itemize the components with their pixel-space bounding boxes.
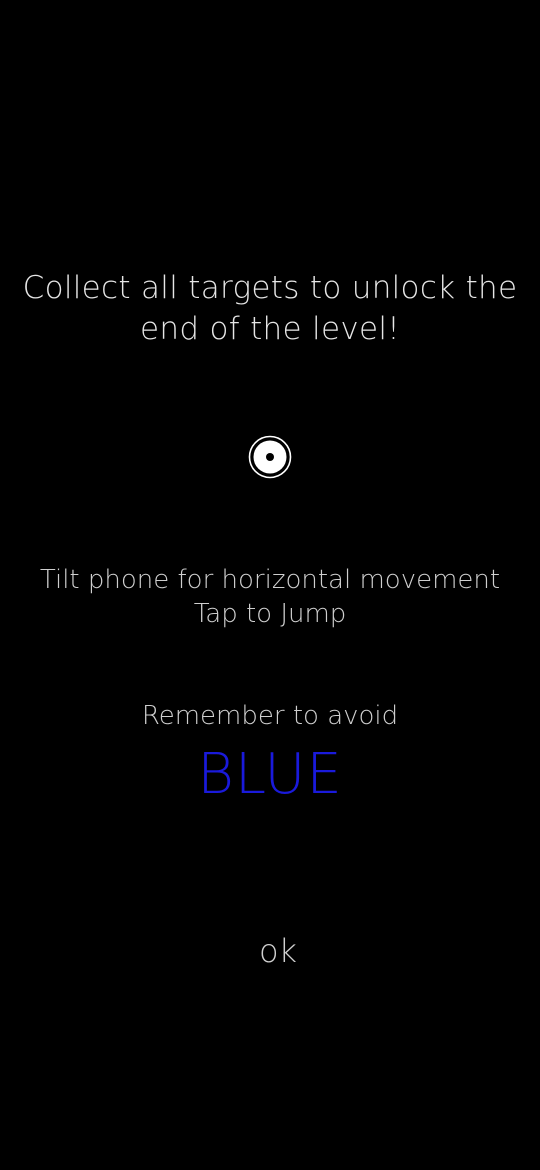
tutorial-screen: Collect all targets to unlock the end of… — [0, 0, 540, 1170]
tap-instruction: Tap to Jump — [193, 599, 347, 629]
controls-instructions: Tilt phone for horizontal movement Tap t… — [0, 563, 540, 631]
target-icon-graphic — [248, 435, 292, 479]
instruction-headline: Collect all targets to unlock the end of… — [0, 268, 540, 350]
headline-line-2: end of the level! — [140, 311, 400, 347]
tilt-instruction: Tilt phone for horizontal movement — [39, 565, 501, 595]
target-icon — [248, 435, 292, 479]
ok-button[interactable]: ok — [230, 925, 326, 977]
remember-text: Remember to avoid — [141, 701, 399, 731]
avoid-color-word: BLUE — [197, 742, 343, 807]
headline-line-1: Collect all targets to unlock the — [22, 270, 518, 306]
